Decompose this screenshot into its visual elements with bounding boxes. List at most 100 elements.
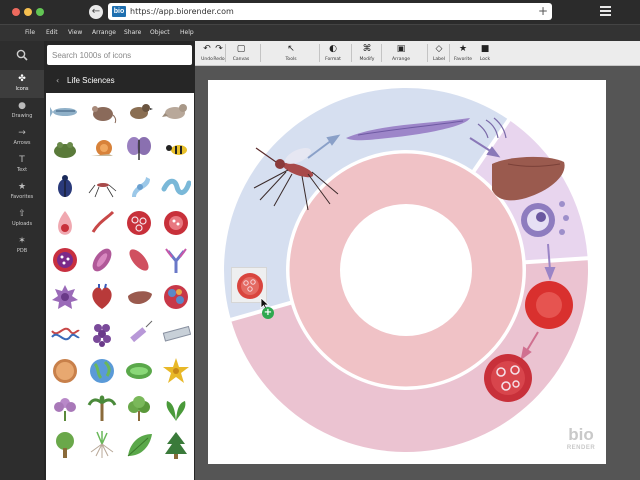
close-window-button[interactable] <box>12 8 20 16</box>
icon-tile-microscope-slide[interactable] <box>157 315 194 352</box>
rail-item-text[interactable]: T Text <box>0 151 44 179</box>
sperm-icon <box>91 210 114 233</box>
icon-tile-antibody[interactable] <box>157 241 194 278</box>
menu-edit[interactable]: Edit <box>46 29 58 37</box>
icon-tile-heart[interactable] <box>83 278 120 315</box>
minimize-window-button[interactable] <box>24 8 32 16</box>
undo-button[interactable]: ↶ <box>201 44 213 55</box>
arrange-button[interactable]: ▣ <box>395 44 407 55</box>
icon-tile-zebrafish[interactable] <box>46 93 83 130</box>
pine-tree-icon <box>164 431 187 459</box>
icon-tile-hair-cell[interactable] <box>120 167 157 204</box>
globe-icon <box>89 358 114 383</box>
icon-tile-sparrow[interactable] <box>120 93 157 130</box>
lock-button[interactable]: ■ <box>479 44 491 55</box>
category-label: Life Sciences <box>67 76 115 85</box>
redo-button[interactable]: ↷ <box>213 44 225 55</box>
menu-file[interactable]: File <box>25 29 35 37</box>
antibody-icon <box>164 247 187 273</box>
format-label: Format <box>325 57 341 62</box>
menu-share[interactable]: Share <box>124 29 141 37</box>
rail-item-uploads[interactable]: ⇧ Uploads <box>0 205 44 233</box>
hamburger-menu-icon[interactable] <box>600 6 611 17</box>
icon-tile-chloroplast[interactable] <box>120 352 157 389</box>
arrows-icon: → <box>18 128 26 138</box>
icon-tile-sickle-cell[interactable] <box>83 241 120 278</box>
tools-label: Tools <box>285 57 297 62</box>
icon-tile-macrophage[interactable] <box>46 278 83 315</box>
format-button[interactable]: ◐ <box>327 44 339 55</box>
maximize-window-button[interactable] <box>36 8 44 16</box>
icon-tile-beetle[interactable] <box>46 167 83 204</box>
new-tab-button[interactable]: + <box>538 3 548 20</box>
infected-red-blood-cell-icon[interactable] <box>484 354 532 402</box>
icon-tile-shrub[interactable] <box>120 389 157 426</box>
favorite-button[interactable]: ★ <box>457 44 469 55</box>
rail-item-drawing[interactable]: ● Drawing <box>0 97 44 125</box>
leafy-plant-icon <box>166 400 185 421</box>
search-icon[interactable] <box>16 49 28 61</box>
icon-tile-sperm[interactable] <box>83 204 120 241</box>
syringe-icon <box>129 320 152 342</box>
icon-tile-grapes-cluster[interactable] <box>83 315 120 352</box>
rail-item-label: PDB <box>16 248 28 254</box>
icon-tile-liver[interactable] <box>120 278 157 315</box>
watermark-bio: bio <box>568 425 594 444</box>
menu-bar: File Edit View Arrange Share Object Help <box>0 24 640 41</box>
icon-tile-purple-flower[interactable] <box>46 389 83 426</box>
menu-object[interactable]: Object <box>150 29 170 37</box>
icon-tile-protein-complex[interactable] <box>157 278 194 315</box>
tools-button[interactable]: ↖ <box>285 44 297 55</box>
icon-tile-globe[interactable] <box>83 352 120 389</box>
butterfly-icon <box>126 136 151 160</box>
url-bar[interactable]: bio https://app.biorender.com + <box>108 3 552 20</box>
modify-button[interactable]: ⌘ <box>361 44 373 55</box>
icon-tile-red-blood-cell-spotted[interactable] <box>157 204 194 241</box>
menu-help[interactable]: Help <box>180 29 194 37</box>
lock-label: Lock <box>479 57 491 62</box>
icon-tile-tree[interactable] <box>46 426 83 463</box>
menu-arrange[interactable]: Arrange <box>92 29 116 37</box>
icon-tile-red-blood-cell-infected[interactable] <box>120 204 157 241</box>
back-button[interactable]: ← <box>89 5 103 19</box>
icon-tile-grass-roots[interactable] <box>83 426 120 463</box>
rail-item-favorites[interactable]: ★ Favorites <box>0 178 44 206</box>
icon-tile-pine-tree[interactable] <box>157 426 194 463</box>
shrub-icon <box>127 395 150 421</box>
icon-tile-palm-tree[interactable] <box>83 389 120 426</box>
label-label: Label <box>432 57 446 62</box>
canvas-button[interactable]: ▢ <box>235 44 247 55</box>
icon-search-input[interactable] <box>47 45 192 65</box>
category-header[interactable]: ‹ Life Sciences <box>44 71 195 91</box>
icon-tile-syringe[interactable] <box>120 315 157 352</box>
chevron-left-icon[interactable]: ‹ <box>56 76 59 85</box>
icon-tile-frog[interactable] <box>46 130 83 167</box>
rail-item-pdb[interactable]: ✶ PDB <box>0 232 44 260</box>
muscle-cell-icon <box>128 248 149 271</box>
mosquito-icon <box>88 182 116 197</box>
palm-tree-icon <box>87 395 116 421</box>
icon-tile-snail[interactable] <box>83 130 120 167</box>
rail-item-arrows[interactable]: → Arrows <box>0 124 44 152</box>
icon-tile-dna[interactable] <box>46 315 83 352</box>
icon-tile-muscle-cell[interactable] <box>120 241 157 278</box>
menu-view[interactable]: View <box>68 29 82 37</box>
label-button[interactable]: ◇ <box>433 44 445 55</box>
icon-tile-cookie-cell[interactable] <box>46 352 83 389</box>
icon-tile-mosquito[interactable] <box>83 167 120 204</box>
icon-tile-cell-with-granules[interactable] <box>46 241 83 278</box>
canvas-label: Canvas <box>232 57 250 62</box>
icon-tile-worm[interactable] <box>157 167 194 204</box>
icon-tile-mouse[interactable] <box>83 93 120 130</box>
icon-tile-wasp[interactable] <box>157 130 194 167</box>
red-blood-cell-icon[interactable] <box>525 281 573 329</box>
icon-tile-dove[interactable] <box>157 93 194 130</box>
url-text[interactable]: https://app.biorender.com <box>130 5 234 18</box>
red-blood-cell-spotted-icon <box>163 210 188 235</box>
icon-tile-leaf[interactable] <box>120 426 157 463</box>
icon-tile-butterfly[interactable] <box>120 130 157 167</box>
icon-tile-flower-star[interactable] <box>157 352 194 389</box>
rail-item-icons[interactable]: ✤ Icons <box>0 70 44 98</box>
icon-tile-leafy-plant[interactable] <box>157 389 194 426</box>
icon-tile-droplet-cell[interactable] <box>46 204 83 241</box>
